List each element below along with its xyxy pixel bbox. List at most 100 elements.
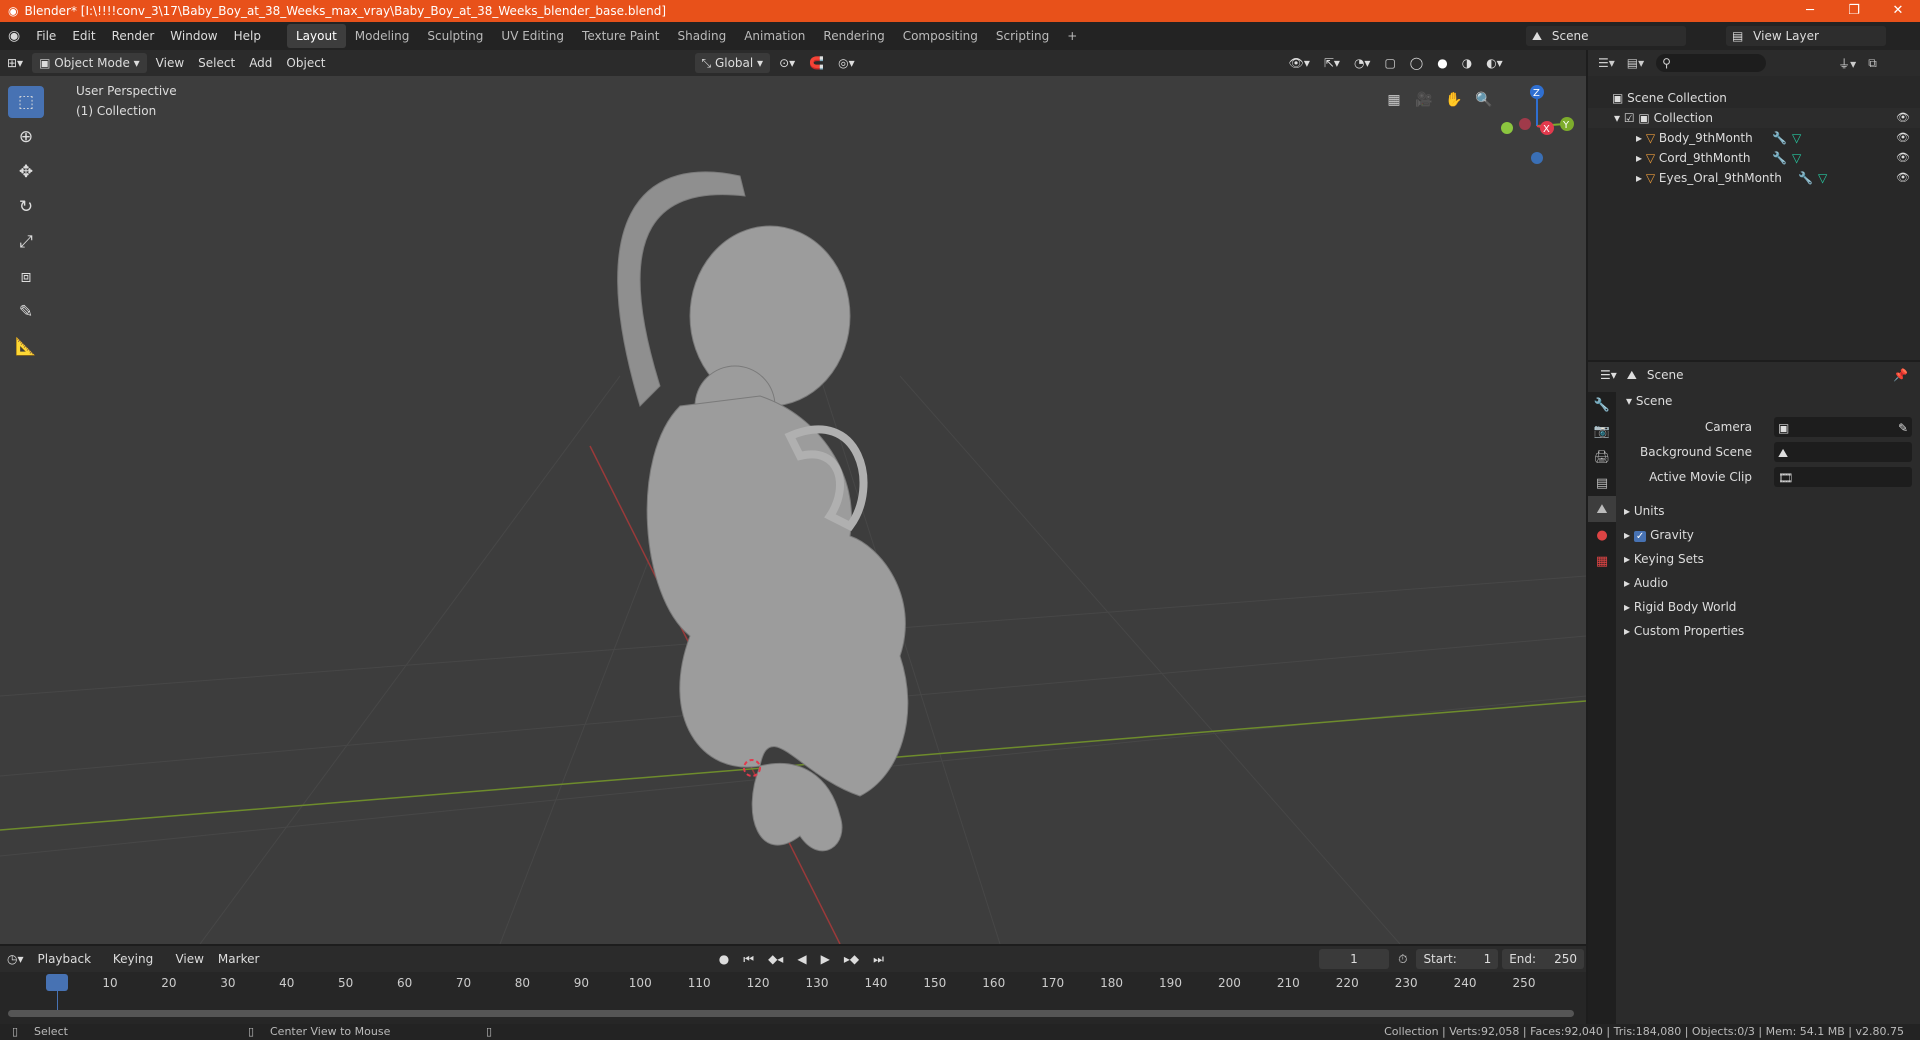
camera-view-icon[interactable]: 🎥 [1410,86,1438,114]
eye-icon[interactable]: 👁 [1896,168,1910,188]
gizmo-toggle-icon[interactable]: ⇱▾ [1317,53,1347,73]
tab-modeling[interactable]: Modeling [346,24,419,48]
section-audio[interactable]: ▸ Audio [1624,572,1912,594]
eye-icon[interactable]: 👁 [1896,148,1910,168]
gravity-checkbox[interactable]: ✓ [1633,531,1647,542]
current-frame-indicator[interactable] [46,974,68,991]
mode-dropdown[interactable]: ▣ Object Mode ▾ [32,53,147,73]
outliner-object-cord[interactable]: ▸ ▽ Cord_9thMonth 🔧 ▽ 👁 [1588,148,1920,168]
tab-texture-paint[interactable]: Texture Paint [573,24,668,48]
scale-tool-icon[interactable]: ⤢ [8,226,44,258]
menu-render[interactable]: Render [104,22,163,50]
snap-icon[interactable]: 🧲 [802,53,831,73]
tab-scripting[interactable]: Scripting [987,24,1058,48]
outliner-search-field[interactable]: ⚲ [1656,54,1767,72]
menu-help[interactable]: Help [226,22,269,50]
material-shading-icon[interactable]: ◑ [1455,53,1479,73]
filter-icon[interactable]: ⏚▾ [1838,55,1856,72]
scene-selector[interactable]: ⛰ Scene [1526,26,1686,46]
select-box-tool-icon[interactable]: ⬚ [8,86,44,118]
xray-icon[interactable]: ▢ [1377,53,1402,73]
tab-uv-editing[interactable]: UV Editing [492,24,573,48]
render-tab-icon[interactable]: 📷 [1588,418,1616,444]
outliner-scene-collection[interactable]: ▣ Scene Collection [1588,88,1920,108]
timeline-area[interactable]: 1102030405060708090100110120130140150160… [0,972,1586,1024]
section-gravity[interactable]: ▸ ✓ Gravity [1624,524,1912,546]
visibility-icon[interactable]: 👁▾ [1282,53,1317,73]
new-collection-icon[interactable]: ⧉ [1868,56,1877,71]
end-frame-field[interactable]: End: 250 [1502,949,1584,969]
minimize-button[interactable]: ─ [1788,0,1832,22]
pan-view-hand-icon[interactable]: ✋ [1440,86,1468,114]
outliner-object-body[interactable]: ▸ ▽ Body_9thMonth 🔧 ▽ 👁 [1588,128,1920,148]
stopwatch-icon[interactable]: ⏱ [1391,949,1414,969]
timeline-scrollbar[interactable] [8,1010,1574,1017]
marker-menu[interactable]: Marker [211,949,266,969]
menu-file[interactable]: File [28,22,64,50]
outliner-editor-icon[interactable]: ☰▾ [1598,56,1615,70]
section-rigid-body-world[interactable]: ▸ Rigid Body World [1624,596,1912,618]
tab-shading[interactable]: Shading [668,24,735,48]
collection-checkbox[interactable]: ☑ [1624,111,1639,125]
add-workspace-button[interactable]: + [1058,24,1086,48]
section-units[interactable]: ▸ Units [1624,500,1912,522]
editor-type-icon[interactable]: ⊞▾ [0,53,30,73]
menu-select[interactable]: Select [191,53,242,73]
expand-arrow-icon[interactable]: ▾ [1614,111,1624,125]
properties-editor-icon[interactable]: ☰▾ [1600,368,1617,382]
tab-rendering[interactable]: Rendering [814,24,893,48]
tab-sculpting[interactable]: Sculpting [418,24,492,48]
overlay-toggle-icon[interactable]: ◔▾ [1347,53,1378,73]
expand-arrow-icon[interactable]: ▸ [1636,171,1646,185]
eye-icon[interactable]: 👁 [1896,108,1910,128]
menu-edit[interactable]: Edit [64,22,103,50]
measure-tool-icon[interactable]: 📐 [8,331,44,363]
play-reverse-icon[interactable]: ◀ [790,949,813,969]
zoom-view-icon[interactable]: 🔍 [1470,86,1498,114]
eyedropper-icon[interactable]: ✎ [1898,417,1908,439]
restore-button[interactable]: ❐ [1832,0,1876,22]
pivot-icon[interactable]: ⊙▾ [772,53,802,73]
blender-menu-icon[interactable]: ◉ [0,28,28,44]
current-frame-field[interactable]: 1 [1318,949,1390,969]
cursor-tool-icon[interactable]: ⊕ [8,121,44,153]
view-layer-selector[interactable]: ▤ View Layer [1726,26,1886,46]
start-frame-field[interactable]: Start: 1 [1416,949,1499,969]
move-tool-icon[interactable]: ✥ [8,156,44,188]
section-keying-sets[interactable]: ▸ Keying Sets [1624,548,1912,570]
record-icon[interactable]: ● [712,949,736,969]
play-icon[interactable]: ▶ [814,949,837,969]
world-tab-icon[interactable]: ● [1588,522,1616,548]
rotate-tool-icon[interactable]: ↻ [8,191,44,223]
outliner-object-eyes[interactable]: ▸ ▽ Eyes_Oral_9thMonth 🔧 ▽ 👁 [1588,168,1920,188]
toggle-camera-grid-icon[interactable]: ▦ [1380,86,1408,114]
orientation-dropdown[interactable]: ⤡ Global ▾ [694,53,771,73]
jump-start-icon[interactable]: ⏮ [736,949,761,969]
camera-field[interactable]: ▣ ✎ [1774,417,1912,437]
movie-clip-field[interactable]: 🎞 [1774,467,1912,487]
pin-icon[interactable]: 📌 [1893,368,1908,382]
scene-tab-icon[interactable]: ⛰ [1588,496,1616,522]
playback-menu[interactable]: Playback ▾ [31,949,106,986]
expand-arrow-icon[interactable]: ▸ [1636,131,1646,145]
scene-panel-header[interactable]: ▾ Scene [1626,390,1912,412]
annotate-tool-icon[interactable]: ✎ [8,296,44,328]
next-keyframe-icon[interactable]: ▸◆ [837,949,866,969]
timeline-editor-icon[interactable]: ◷▾ [0,949,31,969]
jump-end-icon[interactable]: ⏭ [866,949,891,969]
menu-window[interactable]: Window [162,22,225,50]
eye-icon[interactable]: 👁 [1896,128,1910,148]
outliner-collection[interactable]: ▾ ☑ ▣ Collection 👁 [1588,108,1920,128]
solid-shading-icon[interactable]: ● [1430,53,1454,73]
tab-animation[interactable]: Animation [735,24,814,48]
tab-layout[interactable]: Layout [286,24,346,48]
rendered-shading-icon[interactable]: ◐▾ [1479,53,1510,73]
display-mode-icon[interactable]: ▤▾ [1627,56,1644,70]
menu-object[interactable]: Object [279,53,332,73]
tool-tab-icon[interactable]: 🔧 [1588,392,1616,418]
transform-tool-icon[interactable]: ⧈ [8,261,44,293]
expand-arrow-icon[interactable]: ▸ [1636,151,1646,165]
prev-keyframe-icon[interactable]: ◆◂ [761,949,790,969]
output-tab-icon[interactable]: 🖨 [1588,444,1616,470]
texture-tab-icon[interactable]: ▦ [1588,548,1616,574]
